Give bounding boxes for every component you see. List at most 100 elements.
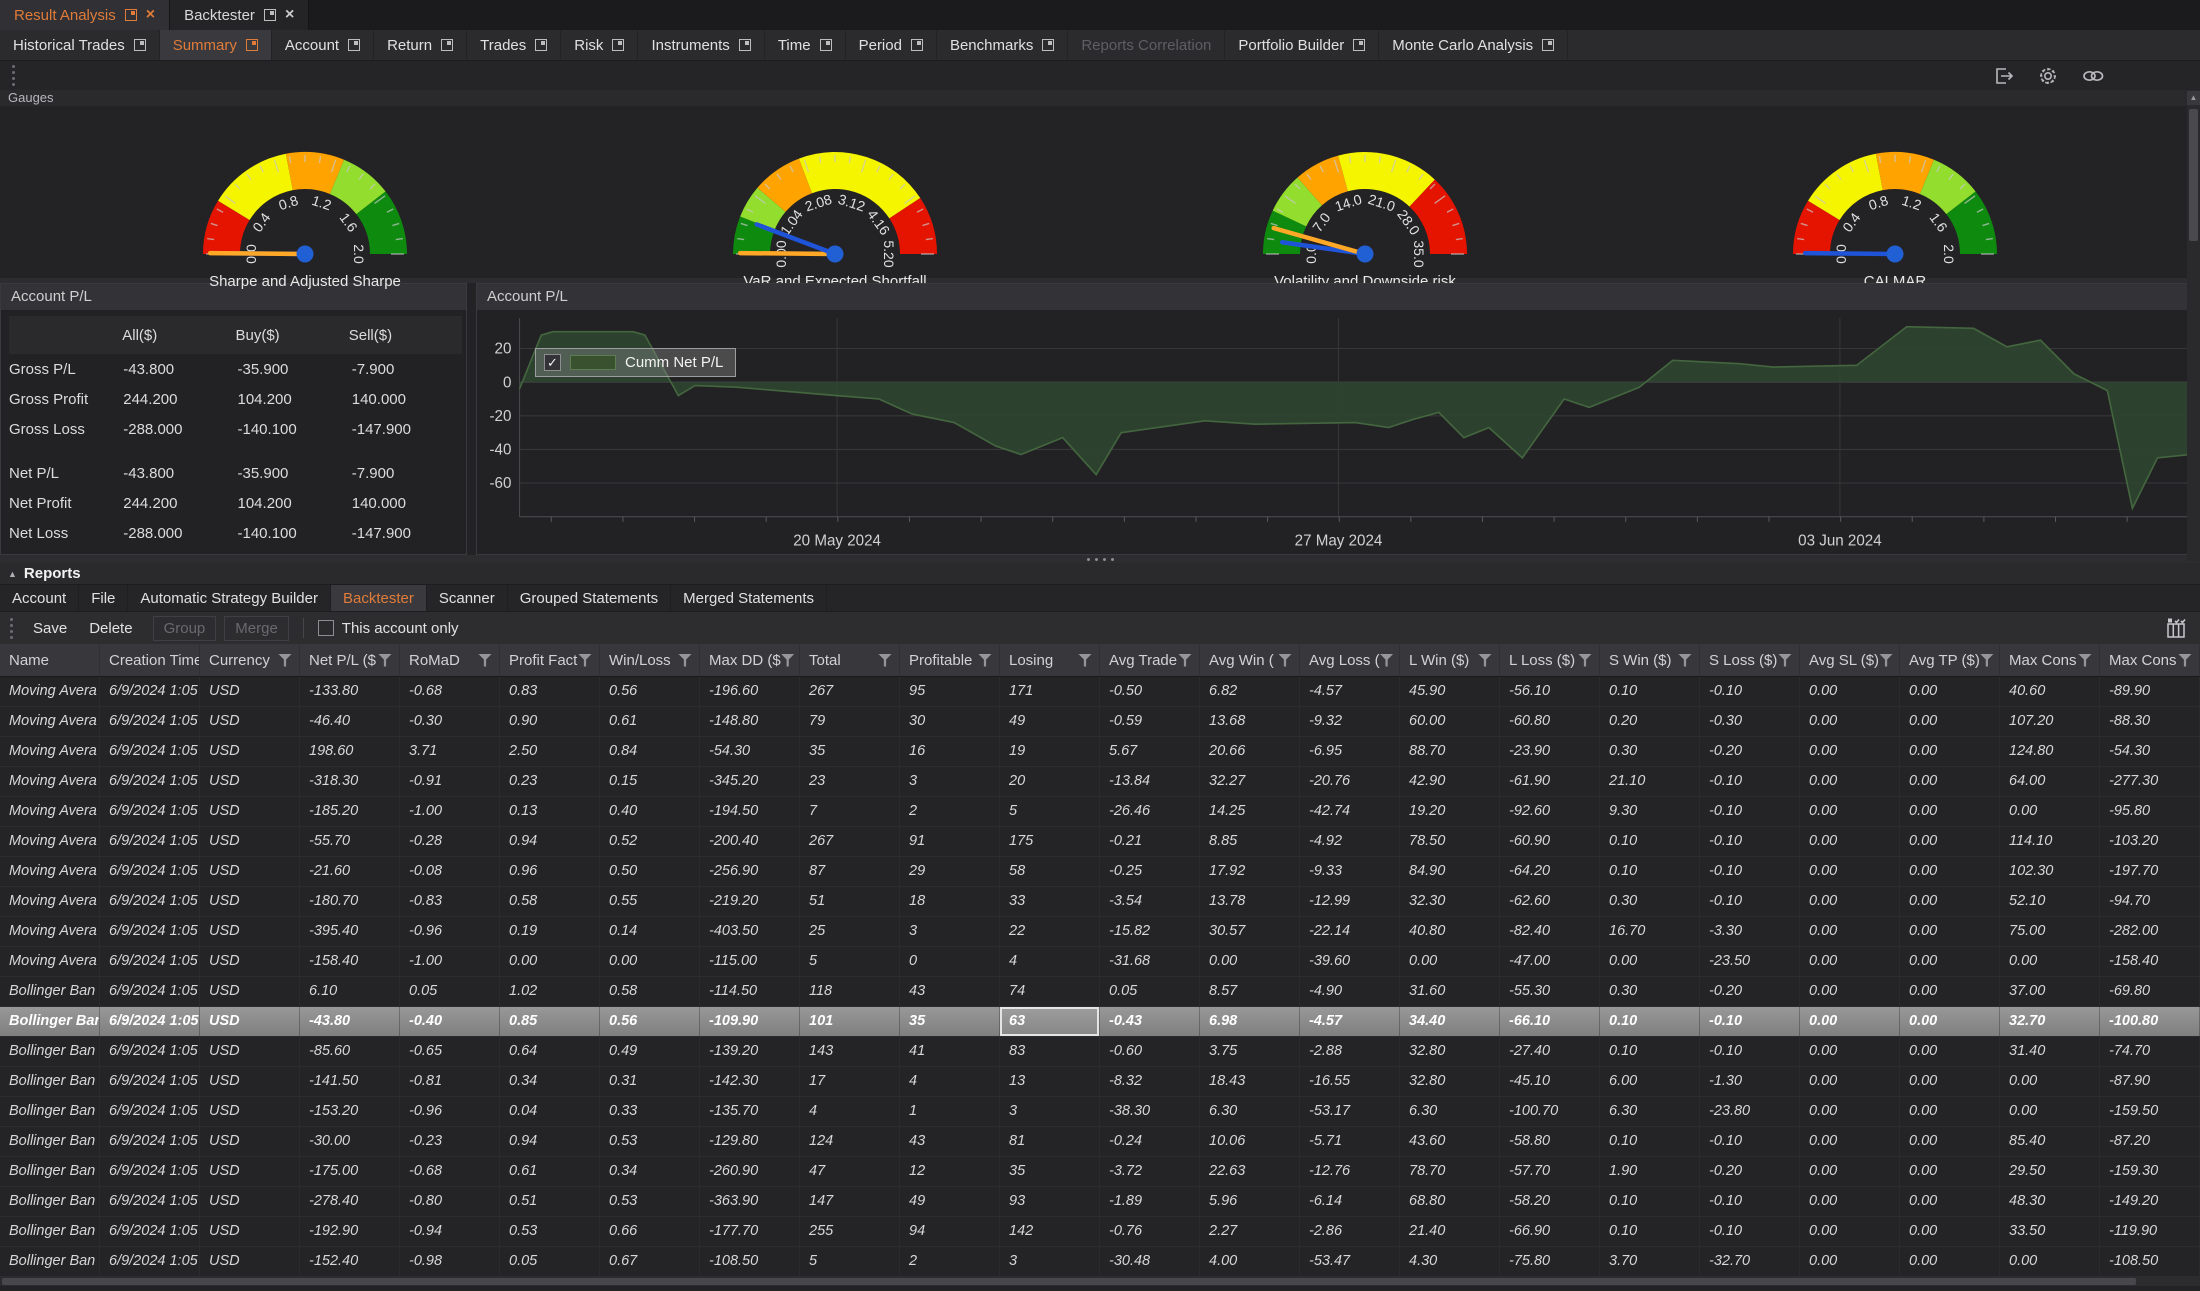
- table-cell[interactable]: 0.10: [1600, 1187, 1700, 1216]
- reports-section-header[interactable]: ▲ Reports: [0, 563, 2200, 585]
- table-cell[interactable]: -200.40: [700, 827, 800, 856]
- table-cell[interactable]: -0.96: [400, 917, 500, 946]
- table-cell[interactable]: 0.00: [1900, 1007, 2000, 1036]
- column-header-creation-time[interactable]: Creation Time: [100, 644, 200, 676]
- cell-name[interactable]: Bollinger Ban: [0, 1187, 100, 1216]
- table-cell[interactable]: -177.70: [700, 1217, 800, 1246]
- table-cell[interactable]: 8.57: [1200, 977, 1300, 1006]
- table-cell[interactable]: 6/9/2024 1:05: [100, 1037, 200, 1066]
- table-cell[interactable]: 0.00: [1900, 857, 2000, 886]
- table-cell[interactable]: 2: [900, 797, 1000, 826]
- table-cell[interactable]: 13.78: [1200, 887, 1300, 916]
- table-cell[interactable]: 0.05: [500, 1247, 600, 1276]
- table-cell[interactable]: 83: [1000, 1037, 1100, 1066]
- table-cell[interactable]: 35: [900, 1007, 1000, 1036]
- table-cell[interactable]: 52.10: [2000, 887, 2100, 916]
- filter-funnel-icon[interactable]: [678, 654, 692, 667]
- table-cell[interactable]: -5.71: [1300, 1127, 1400, 1156]
- table-cell[interactable]: 58: [1000, 857, 1100, 886]
- table-cell[interactable]: -141.50: [300, 1067, 400, 1096]
- table-row[interactable]: Bollinger Ban6/9/2024 1:05USD-278.40-0.8…: [0, 1187, 2200, 1217]
- table-cell[interactable]: -395.40: [300, 917, 400, 946]
- table-cell[interactable]: 0.00: [1900, 737, 2000, 766]
- table-cell[interactable]: 0.00: [1800, 1217, 1900, 1246]
- table-cell[interactable]: 6/9/2024 1:05: [100, 977, 200, 1006]
- table-cell[interactable]: -256.90: [700, 857, 800, 886]
- table-cell[interactable]: -2.88: [1300, 1037, 1400, 1066]
- table-cell[interactable]: -192.90: [300, 1217, 400, 1246]
- table-cell[interactable]: 2.50: [500, 737, 600, 766]
- table-cell[interactable]: 198.60: [300, 737, 400, 766]
- table-cell[interactable]: 21.40: [1400, 1217, 1500, 1246]
- table-cell[interactable]: 6.30: [1200, 1097, 1300, 1126]
- table-cell[interactable]: -0.30: [400, 707, 500, 736]
- table-cell[interactable]: 0.30: [1600, 737, 1700, 766]
- table-cell[interactable]: -23.50: [1700, 947, 1800, 976]
- column-header-profitable[interactable]: Profitable: [900, 644, 1000, 676]
- table-cell[interactable]: -0.30: [1700, 707, 1800, 736]
- table-cell[interactable]: USD: [200, 1157, 300, 1186]
- table-cell[interactable]: 0.00: [600, 947, 700, 976]
- table-cell[interactable]: 6/9/2024 1:05: [100, 1187, 200, 1216]
- table-cell[interactable]: 95: [900, 677, 1000, 706]
- table-row[interactable]: Moving Avera6/9/2024 1:05USD198.603.712.…: [0, 737, 2200, 767]
- table-cell[interactable]: -0.83: [400, 887, 500, 916]
- table-cell[interactable]: -196.60: [700, 677, 800, 706]
- table-cell[interactable]: -148.80: [700, 707, 800, 736]
- filter-funnel-icon[interactable]: [478, 654, 492, 667]
- table-cell[interactable]: 19.20: [1400, 797, 1500, 826]
- table-cell[interactable]: 0.50: [600, 857, 700, 886]
- cell-name[interactable]: Moving Avera: [0, 797, 100, 826]
- open-in-window-icon[interactable]: [820, 39, 832, 51]
- table-cell[interactable]: 81: [1000, 1127, 1100, 1156]
- table-cell[interactable]: -108.50: [2100, 1247, 2200, 1276]
- table-cell[interactable]: -45.10: [1500, 1067, 1600, 1096]
- table-cell[interactable]: 49: [1000, 707, 1100, 736]
- table-cell[interactable]: 3.70: [1600, 1247, 1700, 1276]
- table-cell[interactable]: 6/9/2024 1:05: [100, 887, 200, 916]
- column-header-s-loss-[interactable]: S Loss ($): [1700, 644, 1800, 676]
- table-cell[interactable]: -61.90: [1500, 767, 1600, 796]
- cell-name[interactable]: Moving Avera: [0, 947, 100, 976]
- cell-name[interactable]: Bollinger Ban: [0, 1067, 100, 1096]
- table-cell[interactable]: -38.30: [1100, 1097, 1200, 1126]
- tab-portfolio-builder[interactable]: Portfolio Builder: [1225, 30, 1379, 60]
- table-cell[interactable]: 6/9/2024 1:05: [100, 917, 200, 946]
- tab-risk[interactable]: Risk: [561, 30, 638, 60]
- reports-tab-automatic-strategy-builder[interactable]: Automatic Strategy Builder: [128, 585, 331, 611]
- table-cell[interactable]: -103.20: [2100, 827, 2200, 856]
- table-cell[interactable]: -0.91: [400, 767, 500, 796]
- table-cell[interactable]: -3.30: [1700, 917, 1800, 946]
- table-cell[interactable]: 0.00: [1800, 887, 1900, 916]
- table-cell[interactable]: 6/9/2024 1:05: [100, 857, 200, 886]
- reports-tab-file[interactable]: File: [79, 585, 128, 611]
- table-cell[interactable]: 0.00: [1900, 1067, 2000, 1096]
- table-cell[interactable]: USD: [200, 887, 300, 916]
- table-cell[interactable]: 0.00: [2000, 947, 2100, 976]
- table-cell[interactable]: -0.10: [1700, 857, 1800, 886]
- table-cell[interactable]: 31.60: [1400, 977, 1500, 1006]
- column-header-losing[interactable]: Losing: [1000, 644, 1100, 676]
- table-cell[interactable]: -318.30: [300, 767, 400, 796]
- table-cell[interactable]: -0.80: [400, 1187, 500, 1216]
- filter-funnel-icon[interactable]: [878, 654, 892, 667]
- table-cell[interactable]: USD: [200, 1067, 300, 1096]
- table-cell[interactable]: 0.00: [1900, 827, 2000, 856]
- filter-funnel-icon[interactable]: [1678, 654, 1692, 667]
- table-cell[interactable]: 6/9/2024 1:05: [100, 947, 200, 976]
- table-cell[interactable]: -0.20: [1700, 977, 1800, 1006]
- table-cell[interactable]: -0.10: [1700, 797, 1800, 826]
- table-cell[interactable]: 21.10: [1600, 767, 1700, 796]
- column-header-l-win-[interactable]: L Win ($): [1400, 644, 1500, 676]
- table-cell[interactable]: USD: [200, 977, 300, 1006]
- table-cell[interactable]: 6/9/2024 1:05: [100, 767, 200, 796]
- table-cell[interactable]: 102.30: [2000, 857, 2100, 886]
- table-cell[interactable]: -194.50: [700, 797, 800, 826]
- table-cell[interactable]: -0.10: [1700, 1187, 1800, 1216]
- table-cell[interactable]: -0.10: [1700, 1217, 1800, 1246]
- table-cell[interactable]: USD: [200, 767, 300, 796]
- table-cell[interactable]: -31.68: [1100, 947, 1200, 976]
- table-cell[interactable]: 3: [1000, 1097, 1100, 1126]
- table-cell[interactable]: 6/9/2024 1:05: [100, 1097, 200, 1126]
- table-cell[interactable]: -46.40: [300, 707, 400, 736]
